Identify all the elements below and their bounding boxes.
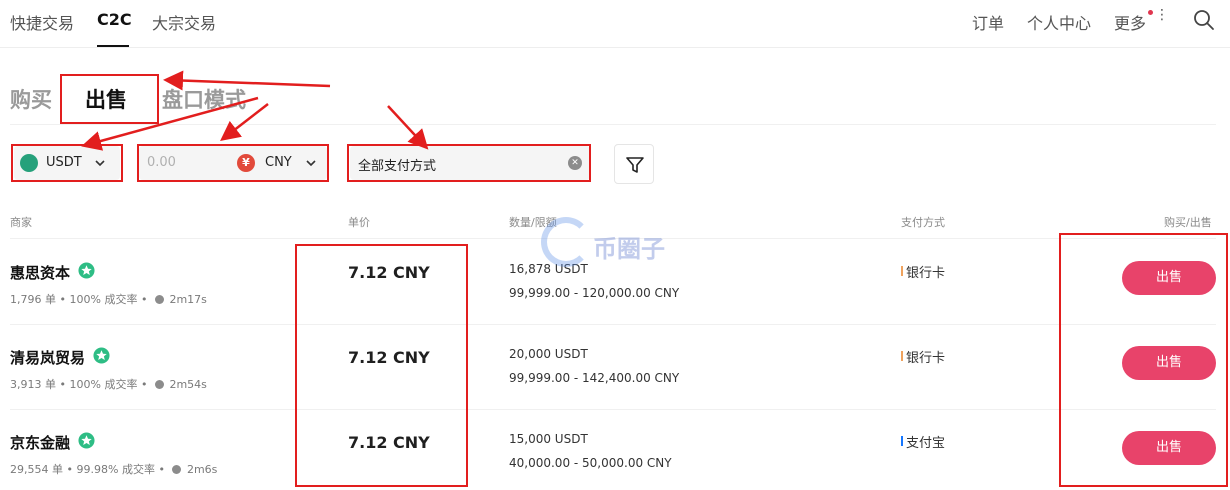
watermark-text: 币圈子 (593, 235, 665, 263)
kebab-icon[interactable]: ⋮ (1155, 8, 1169, 22)
orders-link[interactable]: 订单 (972, 10, 1004, 34)
clock-icon (154, 380, 164, 389)
merchant-name[interactable]: 清易岚贸易 (10, 347, 85, 368)
watermark-icon (541, 217, 591, 267)
payment-method: 银行卡 (906, 351, 946, 366)
order-limit: 99,999.00 - 142,400.00 CNY (509, 371, 680, 385)
filter-icon (626, 157, 644, 173)
arrow-to-payment (387, 105, 429, 150)
annotation-box-sell-buttons (1059, 233, 1228, 487)
verified-badge-icon (78, 262, 95, 279)
order-limit: 99,999.00 - 120,000.00 CNY (509, 286, 680, 300)
personal-center-link[interactable]: 个人中心 (1027, 10, 1091, 34)
column-header-price: 单价 (348, 216, 370, 229)
payment-color-bar (901, 266, 903, 276)
column-header-action: 购买/出售 (1164, 216, 1212, 229)
clock-icon (154, 295, 164, 304)
completion-rate: 100% 成交率 (69, 293, 138, 306)
completion-rate: 100% 成交率 (69, 378, 138, 391)
order-count: 3,913 单 (10, 378, 56, 391)
verified-badge-icon (78, 432, 95, 449)
mode-tab-orderbook[interactable]: 盘口模式 (162, 84, 246, 114)
tab-c2c[interactable]: C2C (97, 10, 132, 29)
more-menu[interactable]: 更多 (1114, 10, 1146, 34)
payment-color-bar (901, 351, 903, 361)
avg-release-time: 2m17s (169, 293, 207, 306)
tab-block-trade[interactable]: 大宗交易 (152, 10, 216, 34)
top-nav: 快捷交易 C2C 大宗交易 订单 个人中心 更多 ⋮ (0, 0, 1230, 48)
notification-dot (1148, 10, 1153, 15)
order-count: 1,796 单 (10, 293, 56, 306)
payment-method: 银行卡 (906, 266, 946, 281)
annotation-box-coin (11, 144, 123, 182)
watermark-logo: 币圈子 (541, 217, 691, 269)
tab-quick-trade[interactable]: 快捷交易 (10, 10, 74, 34)
merchant-stats: 3,913 单 • 100% 成交率 • 2m54s (10, 378, 207, 391)
table-row: 清易岚贸易 3,913 单 • 100% 成交率 • 2m54s 7.12 CN… (10, 325, 1216, 410)
completion-rate: 99.98% 成交率 (76, 463, 155, 476)
mode-tab-buy[interactable]: 购买 (10, 84, 52, 114)
avg-release-time: 2m6s (186, 463, 218, 476)
verified-badge-icon (93, 347, 110, 364)
search-icon[interactable] (1192, 8, 1216, 32)
payment-method: 支付宝 (906, 436, 946, 451)
order-count: 29,554 单 (10, 463, 63, 476)
payment-color-bar (901, 436, 903, 446)
clock-icon (172, 465, 182, 474)
merchant-name[interactable]: 惠思资本 (10, 262, 70, 283)
active-tab-underline (97, 45, 129, 47)
avg-release-time: 2m54s (169, 378, 207, 391)
filter-button[interactable] (614, 144, 654, 184)
annotation-box-sell-tab (60, 74, 159, 124)
divider (10, 124, 1216, 125)
annotation-box-amount (137, 144, 329, 182)
merchant-name[interactable]: 京东金融 (10, 432, 70, 453)
merchant-stats: 29,554 单 • 99.98% 成交率 • 2m6s (10, 463, 218, 476)
available-quantity: 15,000 USDT (509, 432, 588, 446)
annotation-box-payment (347, 144, 591, 182)
table-row: 京东金融 29,554 单 • 99.98% 成交率 • 2m6s 7.12 C… (10, 410, 1216, 490)
column-header-merchant: 商家 (10, 216, 32, 229)
available-quantity: 20,000 USDT (509, 347, 588, 361)
annotation-box-price-column (295, 244, 468, 487)
order-limit: 40,000.00 - 50,000.00 CNY (509, 456, 672, 470)
merchant-stats: 1,796 单 • 100% 成交率 • 2m17s (10, 293, 207, 306)
column-header-payment: 支付方式 (901, 216, 945, 229)
